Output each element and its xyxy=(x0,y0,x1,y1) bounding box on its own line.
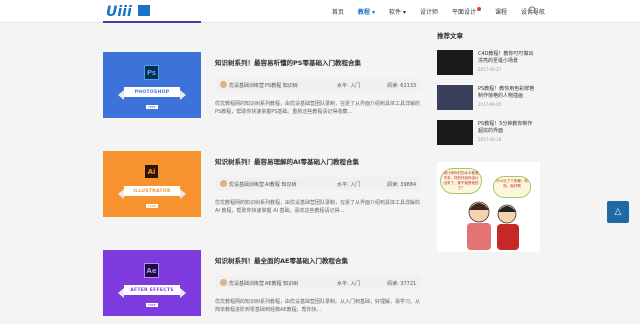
article-title[interactable]: 知识树系列！最容易听懂的PS零基础入门教程合集 xyxy=(215,57,361,67)
avatar[interactable] xyxy=(220,81,227,88)
avatar[interactable] xyxy=(220,279,227,286)
comic-characters-illustration xyxy=(467,201,519,250)
article-title[interactable]: 知识树系列！最全面的AE零基础入门教程合集 xyxy=(215,255,348,265)
nav-designer[interactable]: 设计师 xyxy=(420,7,438,16)
read-count: 阅读: 39884 xyxy=(387,182,417,188)
comic-ad[interactable]: 设计师你们的水平都差不多，好的作品你设计出来了，那不就是我的了？ 什么吐了个的嘛… xyxy=(437,162,540,252)
sidebar-title: 推荐文章 xyxy=(437,32,463,40)
level: 水平: 入门 xyxy=(337,83,361,89)
ribbon-label: ILLUSTRATOR xyxy=(118,186,186,199)
recommended-date: 2017-09-27 xyxy=(478,67,502,72)
free-tag: FREE xyxy=(146,105,158,109)
recommended-title[interactable]: PS教程！5分钟教你制作超炫的界面 xyxy=(478,121,536,135)
prev-card-edge xyxy=(103,21,201,23)
ai-icon: Ai xyxy=(144,164,159,179)
nav-graphic-design[interactable]: 平面设计 xyxy=(451,6,481,16)
author[interactable]: 优设基础训练营 xyxy=(229,280,264,287)
nav-software[interactable]: 软件 ▾ xyxy=(389,7,406,16)
article-title[interactable]: 知识树系列！最容易理解的AI零基础入门教程合集 xyxy=(215,156,359,166)
article-desc: 优优教程网的知识树系列教程，由优设基础营团队录制，在逐了从界面介绍到具体工具详解… xyxy=(215,101,421,115)
level: 水平: 入门 xyxy=(337,281,361,287)
recommended-item[interactable]: C4D教程！教你叮叮做出漂亮的圣诞小场景 2017-09-27 xyxy=(437,50,537,77)
back-to-top-button[interactable]: △ xyxy=(607,201,629,223)
article-thumbnail[interactable]: Ai ILLUSTRATOR FREE xyxy=(103,151,201,217)
nav-courses[interactable]: 课程 xyxy=(495,7,507,16)
recommended-item[interactable]: PS教程！教你用色彩鲜艳制作惊艳的人物插画 2017-09-05 xyxy=(437,85,537,112)
author[interactable]: 优设基础训练营 xyxy=(229,82,264,89)
article-card[interactable]: Ai ILLUSTRATOR FREE 知识树系列！最容易理解的AI零基础入门教… xyxy=(103,151,423,225)
recommended-title[interactable]: C4D教程！教你叮叮做出漂亮的圣诞小场景 xyxy=(478,51,536,65)
level: 水平: 入门 xyxy=(337,182,361,188)
category[interactable]: AE教程 知识树 xyxy=(265,280,298,287)
article-thumbnail[interactable]: Ae AFTER EFFECTS FREE xyxy=(103,250,201,316)
free-tag: FREE xyxy=(146,303,158,307)
comic-speech-bubble: 设计师你们的水平都差不多，好的作品你设计出来了，那不就是我的了？ xyxy=(440,168,482,194)
article-card[interactable]: Ps PHOTOSHOP FREE 知识树系列！最容易听懂的PS零基础入门教程合… xyxy=(103,52,423,126)
avatar[interactable] xyxy=(220,180,227,187)
recommended-date: 2017-09-16 xyxy=(478,137,502,142)
nav-tutorial[interactable]: 教程 ▾ xyxy=(358,7,375,16)
new-dot-icon xyxy=(476,6,481,11)
article-meta: 优设基础训练营 PS教程 知识树 水平: 入门 阅读: 62133 xyxy=(215,78,421,91)
ps-icon: Ps xyxy=(144,65,159,80)
article-meta: 优设基础训练营 AI教程 知识树 水平: 入门 阅读: 39884 xyxy=(215,177,421,190)
recommended-thumbnail[interactable] xyxy=(437,120,473,145)
article-desc: 优优教程网的知识树系列教程，由优设基础营团队录制。从入门到基础，好理解，易学习。… xyxy=(215,299,421,313)
search-icon[interactable] xyxy=(528,6,538,16)
author[interactable]: 优设基础训练营 xyxy=(229,181,264,188)
article-card[interactable]: Ae AFTER EFFECTS FREE 知识树系列！最全面的AE零基础入门教… xyxy=(103,250,423,324)
article-thumbnail[interactable]: Ps PHOTOSHOP FREE xyxy=(103,52,201,118)
nav-graphic-design-label: 平面设计 xyxy=(451,8,476,16)
recommended-title[interactable]: PS教程！教你用色彩鲜艳制作惊艳的人物插画 xyxy=(478,86,536,100)
recommended-thumbnail[interactable] xyxy=(437,85,473,110)
nav-tutorial-label: 教程 xyxy=(357,8,370,16)
recommended-item[interactable]: PS教程！5分钟教你制作超炫的界面 2017-09-16 xyxy=(437,120,537,147)
free-tag: FREE xyxy=(146,204,158,208)
category[interactable]: AI教程 知识树 xyxy=(265,181,297,188)
recommended-date: 2017-09-05 xyxy=(478,102,502,107)
article-meta: 优设基础训练营 AE教程 知识树 水平: 入门 阅读: 37721 xyxy=(215,276,421,289)
ribbon-label: PHOTOSHOP xyxy=(118,87,186,100)
article-desc: 优优教程网的知识树系列教程，由优设基础营团队录制，在逐了从界面介绍到具体工具详解… xyxy=(215,200,421,214)
read-count: 阅读: 37721 xyxy=(387,281,417,287)
nav-home[interactable]: 首页 xyxy=(332,7,344,16)
logo[interactable]: Uiii xyxy=(106,3,156,18)
read-count: 阅读: 62133 xyxy=(387,83,417,89)
ae-icon: Ae xyxy=(144,263,159,278)
recommended-thumbnail[interactable] xyxy=(437,50,473,75)
category[interactable]: PS教程 知识树 xyxy=(265,82,298,89)
nav-software-label: 软件 xyxy=(389,8,402,16)
main-nav: 首页 教程 ▾ 软件 ▾ 设计师 平面设计 课程 设计导航 xyxy=(332,0,545,22)
comic-speech-bubble: 什么吐了个的嘛！哈哈，就好啊 xyxy=(493,176,531,198)
ribbon-label: AFTER EFFECTS xyxy=(118,285,186,298)
svg-text:Uiii: Uiii xyxy=(106,4,132,18)
top-bar: Uiii 首页 教程 ▾ 软件 ▾ 设计师 平面设计 课程 设计导航 xyxy=(0,0,640,23)
